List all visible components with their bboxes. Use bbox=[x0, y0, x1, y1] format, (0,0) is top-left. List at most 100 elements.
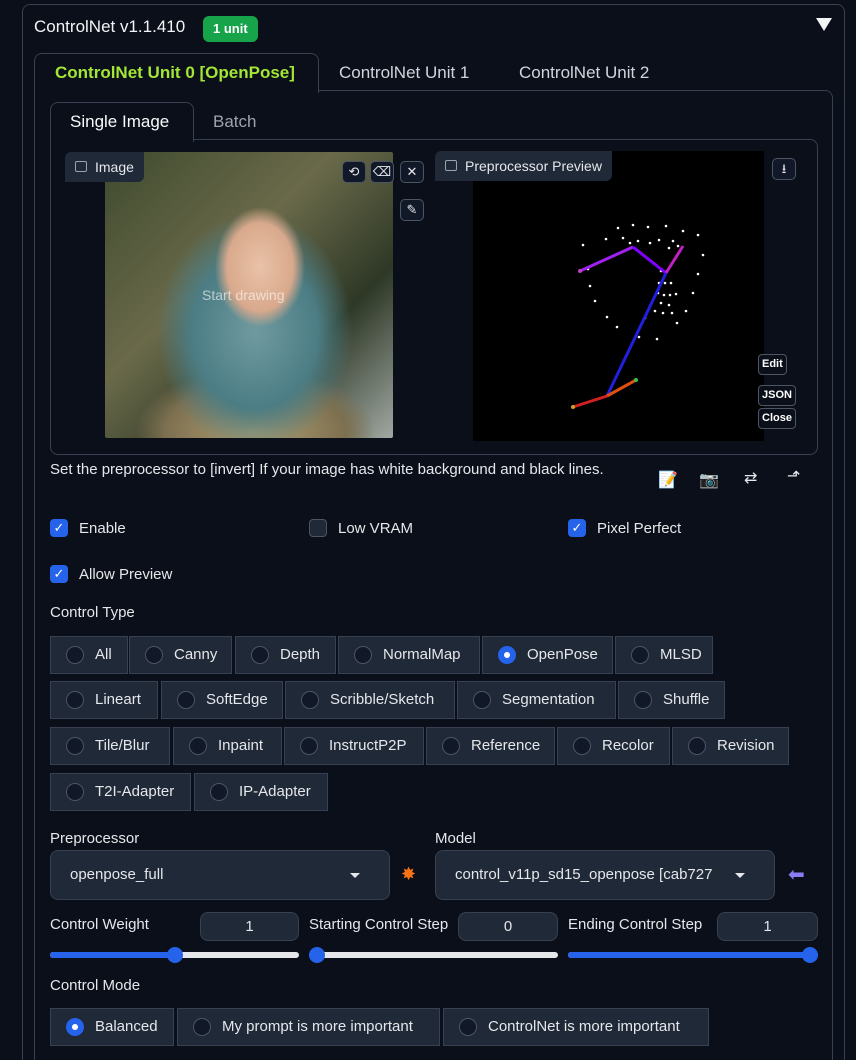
pixel-perfect-label: Pixel Perfect bbox=[597, 520, 682, 537]
slider-thumb[interactable] bbox=[166, 947, 183, 963]
radio-icon bbox=[189, 737, 207, 755]
control-type-label: Control Type bbox=[50, 604, 135, 621]
slider-thumb[interactable] bbox=[802, 947, 818, 963]
control-type-t2i-adapter[interactable]: T2I-Adapter bbox=[50, 773, 191, 811]
control-type-reference[interactable]: Reference bbox=[426, 727, 555, 765]
option-label: InstructP2P bbox=[329, 737, 407, 754]
image-icon bbox=[445, 160, 457, 171]
radio-icon bbox=[300, 737, 318, 755]
invert-hint: Set the preprocessor to [invert] If your… bbox=[50, 461, 604, 478]
control-type-openpose[interactable]: OpenPose bbox=[482, 636, 613, 674]
control-mode-balanced[interactable]: Balanced bbox=[50, 1008, 174, 1046]
radio-icon bbox=[634, 691, 652, 709]
control-type-ip-adapter[interactable]: IP-Adapter bbox=[194, 773, 328, 811]
radio-icon bbox=[66, 691, 84, 709]
control-type-depth[interactable]: Depth bbox=[235, 636, 336, 674]
tab-unit-0[interactable]: ControlNet Unit 0 [OpenPose] bbox=[55, 63, 295, 83]
start-drawing-overlay: Start drawing bbox=[202, 287, 285, 303]
image-label: Image bbox=[65, 152, 144, 182]
option-label: Revision bbox=[717, 737, 775, 754]
edit-button[interactable]: Edit bbox=[758, 354, 787, 375]
image-label-text: Image bbox=[95, 159, 134, 175]
collapse-icon[interactable] bbox=[816, 18, 832, 31]
undo-icon[interactable]: ⟲ bbox=[342, 161, 366, 183]
option-label: T2I-Adapter bbox=[95, 783, 175, 800]
option-label: Segmentation bbox=[502, 691, 595, 708]
eraser-icon[interactable]: ⌫ bbox=[370, 161, 394, 183]
option-label: My prompt is more important bbox=[222, 1018, 413, 1035]
control-type-softedge[interactable]: SoftEdge bbox=[161, 681, 283, 719]
control-type-lineart[interactable]: Lineart bbox=[50, 681, 158, 719]
control-type-recolor[interactable]: Recolor bbox=[557, 727, 670, 765]
preprocessor-preview-image bbox=[473, 151, 764, 441]
run-preprocessor-icon[interactable]: ✸ bbox=[401, 864, 416, 885]
end-step-input[interactable]: 1 bbox=[717, 912, 818, 941]
unit-count-badge: 1 unit bbox=[203, 16, 258, 42]
radio-icon bbox=[354, 646, 372, 664]
control-weight-label: Control Weight bbox=[50, 916, 149, 933]
model-dropdown[interactable]: control_v11p_sd15_openpose [cab727 bbox=[435, 850, 775, 900]
start-step-slider[interactable] bbox=[309, 947, 558, 963]
json-button[interactable]: JSON bbox=[758, 385, 796, 406]
pixel-perfect-checkbox[interactable]: ✓ bbox=[568, 519, 586, 537]
refresh-models-icon[interactable]: ⬅ bbox=[788, 862, 805, 887]
control-type-normalmap[interactable]: NormalMap bbox=[338, 636, 480, 674]
end-step-label: Ending Control Step bbox=[568, 916, 703, 933]
tab-unit-1[interactable]: ControlNet Unit 1 bbox=[339, 63, 469, 83]
option-label: Inpaint bbox=[218, 737, 264, 754]
tab-batch[interactable]: Batch bbox=[213, 112, 256, 132]
webcam-icon[interactable]: 📷 bbox=[699, 470, 719, 490]
control-type-tile-blur[interactable]: Tile/Blur bbox=[50, 727, 170, 765]
preview-label: Preprocessor Preview bbox=[435, 151, 612, 181]
control-type-shuffle[interactable]: Shuffle bbox=[618, 681, 725, 719]
radio-icon bbox=[459, 1018, 477, 1036]
option-label: MLSD bbox=[660, 646, 702, 663]
radio-icon bbox=[145, 646, 163, 664]
end-step-slider[interactable] bbox=[568, 947, 818, 963]
control-type-segmentation[interactable]: Segmentation bbox=[457, 681, 616, 719]
preprocessor-value: openpose_full bbox=[70, 866, 164, 883]
option-label: Tile/Blur bbox=[95, 737, 150, 754]
control-type-revision[interactable]: Revision bbox=[672, 727, 789, 765]
start-step-input[interactable]: 0 bbox=[458, 912, 558, 941]
radio-icon bbox=[66, 1018, 84, 1036]
slider-fill bbox=[568, 952, 818, 958]
control-type-instructp2p[interactable]: InstructP2P bbox=[284, 727, 424, 765]
radio-icon bbox=[66, 783, 84, 801]
panel-title[interactable]: ControlNet v1.1.410 bbox=[34, 17, 185, 37]
tab-single-image[interactable]: Single Image bbox=[70, 112, 169, 132]
tab-unit-2[interactable]: ControlNet Unit 2 bbox=[519, 63, 649, 83]
option-label: Lineart bbox=[95, 691, 141, 708]
radio-icon bbox=[442, 737, 460, 755]
preprocessor-dropdown[interactable]: openpose_full bbox=[50, 850, 390, 900]
enable-checkbox[interactable]: ✓ bbox=[50, 519, 68, 537]
image-icon bbox=[75, 161, 87, 172]
control-type-inpaint[interactable]: Inpaint bbox=[173, 727, 282, 765]
control-type-mlsd[interactable]: MLSD bbox=[615, 636, 713, 674]
download-icon[interactable]: ⭳ bbox=[772, 158, 796, 180]
model-value: control_v11p_sd15_openpose [cab727 bbox=[455, 866, 713, 883]
slider-fill bbox=[50, 952, 175, 958]
option-label: OpenPose bbox=[527, 646, 598, 663]
control-type-scribble[interactable]: Scribble/Sketch bbox=[285, 681, 455, 719]
swap-icon[interactable]: ⇄ bbox=[744, 468, 757, 488]
brush-icon[interactable]: ✎ bbox=[400, 199, 424, 221]
allow-preview-label: Allow Preview bbox=[79, 566, 173, 583]
close-preview-button[interactable]: Close bbox=[758, 408, 796, 429]
control-mode-prompt[interactable]: My prompt is more important bbox=[177, 1008, 440, 1046]
allow-preview-checkbox[interactable]: ✓ bbox=[50, 565, 68, 583]
option-label: Recolor bbox=[602, 737, 654, 754]
close-icon[interactable]: ✕ bbox=[400, 161, 424, 183]
control-mode-controlnet[interactable]: ControlNet is more important bbox=[443, 1008, 709, 1046]
radio-icon bbox=[193, 1018, 211, 1036]
slider-thumb[interactable] bbox=[309, 947, 325, 963]
model-label: Model bbox=[435, 830, 476, 847]
radio-icon bbox=[66, 737, 84, 755]
control-weight-slider[interactable] bbox=[50, 947, 299, 963]
control-weight-input[interactable]: 1 bbox=[200, 912, 299, 941]
control-type-all[interactable]: All bbox=[50, 636, 128, 674]
new-canvas-icon[interactable]: 📝 bbox=[658, 470, 678, 490]
send-dimensions-icon[interactable]: ⬏ bbox=[787, 466, 800, 486]
low-vram-checkbox[interactable] bbox=[309, 519, 327, 537]
control-type-canny[interactable]: Canny bbox=[129, 636, 232, 674]
